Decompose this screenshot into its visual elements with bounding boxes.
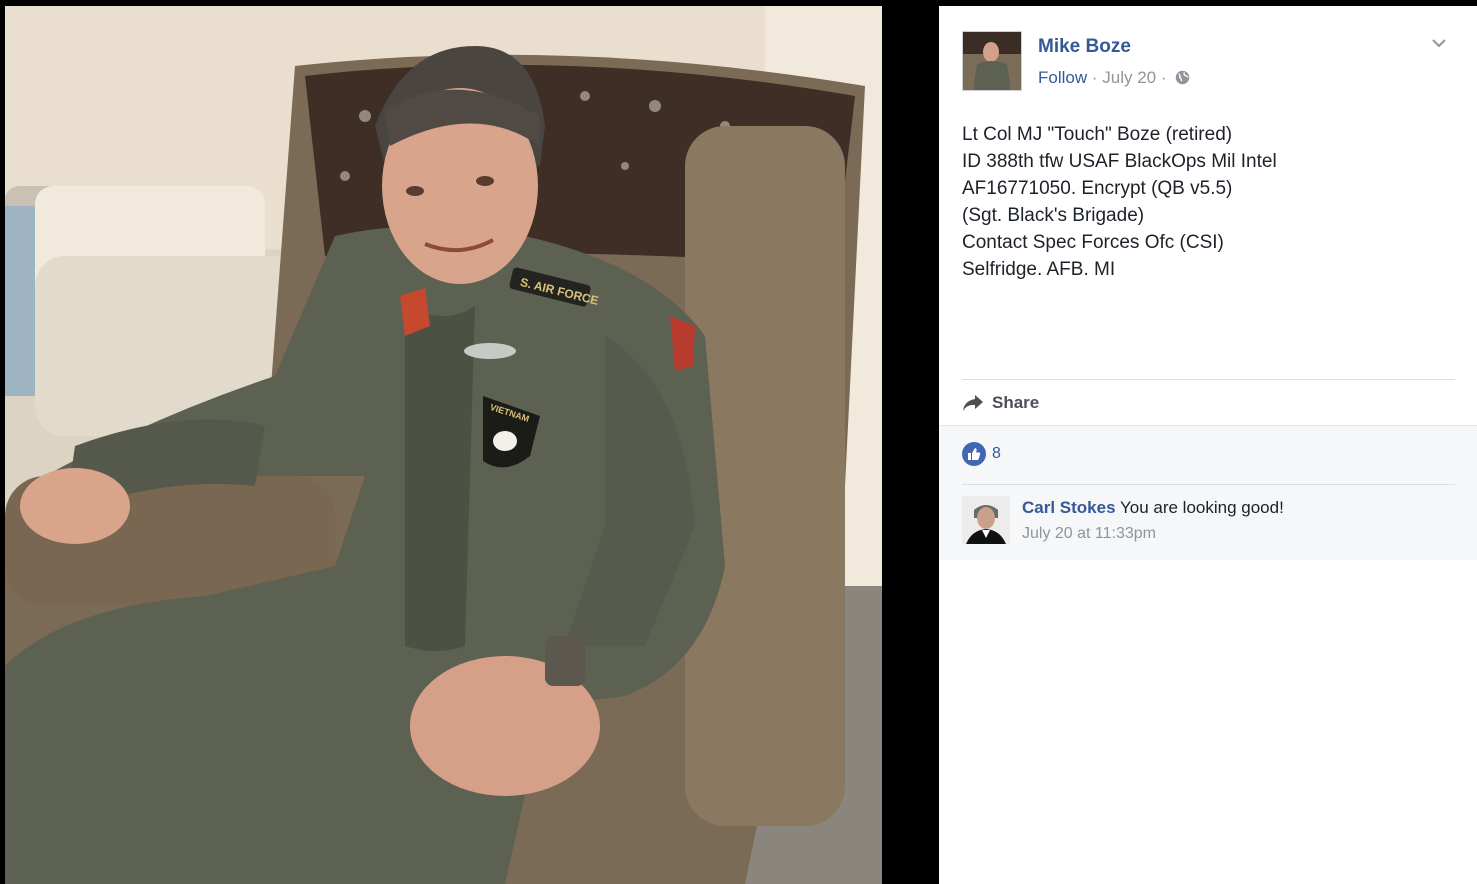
post-text-line: ID 388th tfw USAF BlackOps Mil Intel (962, 151, 1277, 172)
thumbs-up-icon (962, 442, 986, 466)
comment-timestamp[interactable]: July 20 at 11:33pm (1022, 525, 1156, 543)
post-text-line: Lt Col MJ "Touch" Boze (retired) (962, 124, 1233, 145)
post-text-line: Selfridge. AFB. MI (962, 259, 1116, 280)
share-arrow-icon (963, 395, 983, 411)
author-name-link[interactable]: Mike Boze (1038, 36, 1131, 58)
meta-separator: · (1156, 68, 1172, 87)
photo-viewer[interactable]: S. AIR FORCE VIETNAM (0, 0, 939, 884)
comments-divider (962, 484, 1455, 485)
comments-section: 8 Carl Stokes You are looking good! July… (939, 425, 1477, 560)
post-text-line: Contact Spec Forces Ofc (CSI) (962, 232, 1224, 253)
commenter-avatar[interactable] (962, 496, 1010, 544)
author-avatar-image (963, 32, 1021, 90)
comment-text: You are looking good! (1119, 498, 1284, 517)
post-meta: Follow · July 20 · (1038, 68, 1190, 90)
photo-illustration: S. AIR FORCE VIETNAM (5, 6, 882, 884)
share-button[interactable]: Share (962, 390, 1039, 416)
reactions-summary[interactable]: 8 (962, 442, 1001, 466)
share-label: Share (992, 393, 1040, 412)
post-photo: S. AIR FORCE VIETNAM (5, 6, 882, 884)
post-body-text: Lt Col MJ "Touch" Boze (retired) ID 388t… (962, 121, 1462, 283)
commenter-avatar-image (962, 496, 1010, 544)
post-text-line: AF16771050. Encrypt (QB v5.5) (962, 178, 1233, 199)
follow-link[interactable]: Follow (1038, 68, 1087, 87)
action-divider (962, 379, 1455, 380)
meta-separator: · (1087, 68, 1103, 87)
globe-icon[interactable] (1175, 70, 1190, 90)
post-text-line: (Sgt. Black's Brigade) (962, 205, 1145, 226)
comment-body: Carl Stokes You are looking good! (1022, 498, 1284, 518)
reaction-count: 8 (992, 445, 1001, 462)
post-panel: Mike Boze Follow · July 20 · Lt Col MJ "… (939, 6, 1477, 884)
chevron-down-icon[interactable] (1431, 36, 1447, 48)
post-date-link[interactable]: July 20 (1102, 68, 1156, 87)
comment-author-link[interactable]: Carl Stokes (1022, 498, 1116, 517)
author-avatar[interactable] (962, 31, 1022, 91)
